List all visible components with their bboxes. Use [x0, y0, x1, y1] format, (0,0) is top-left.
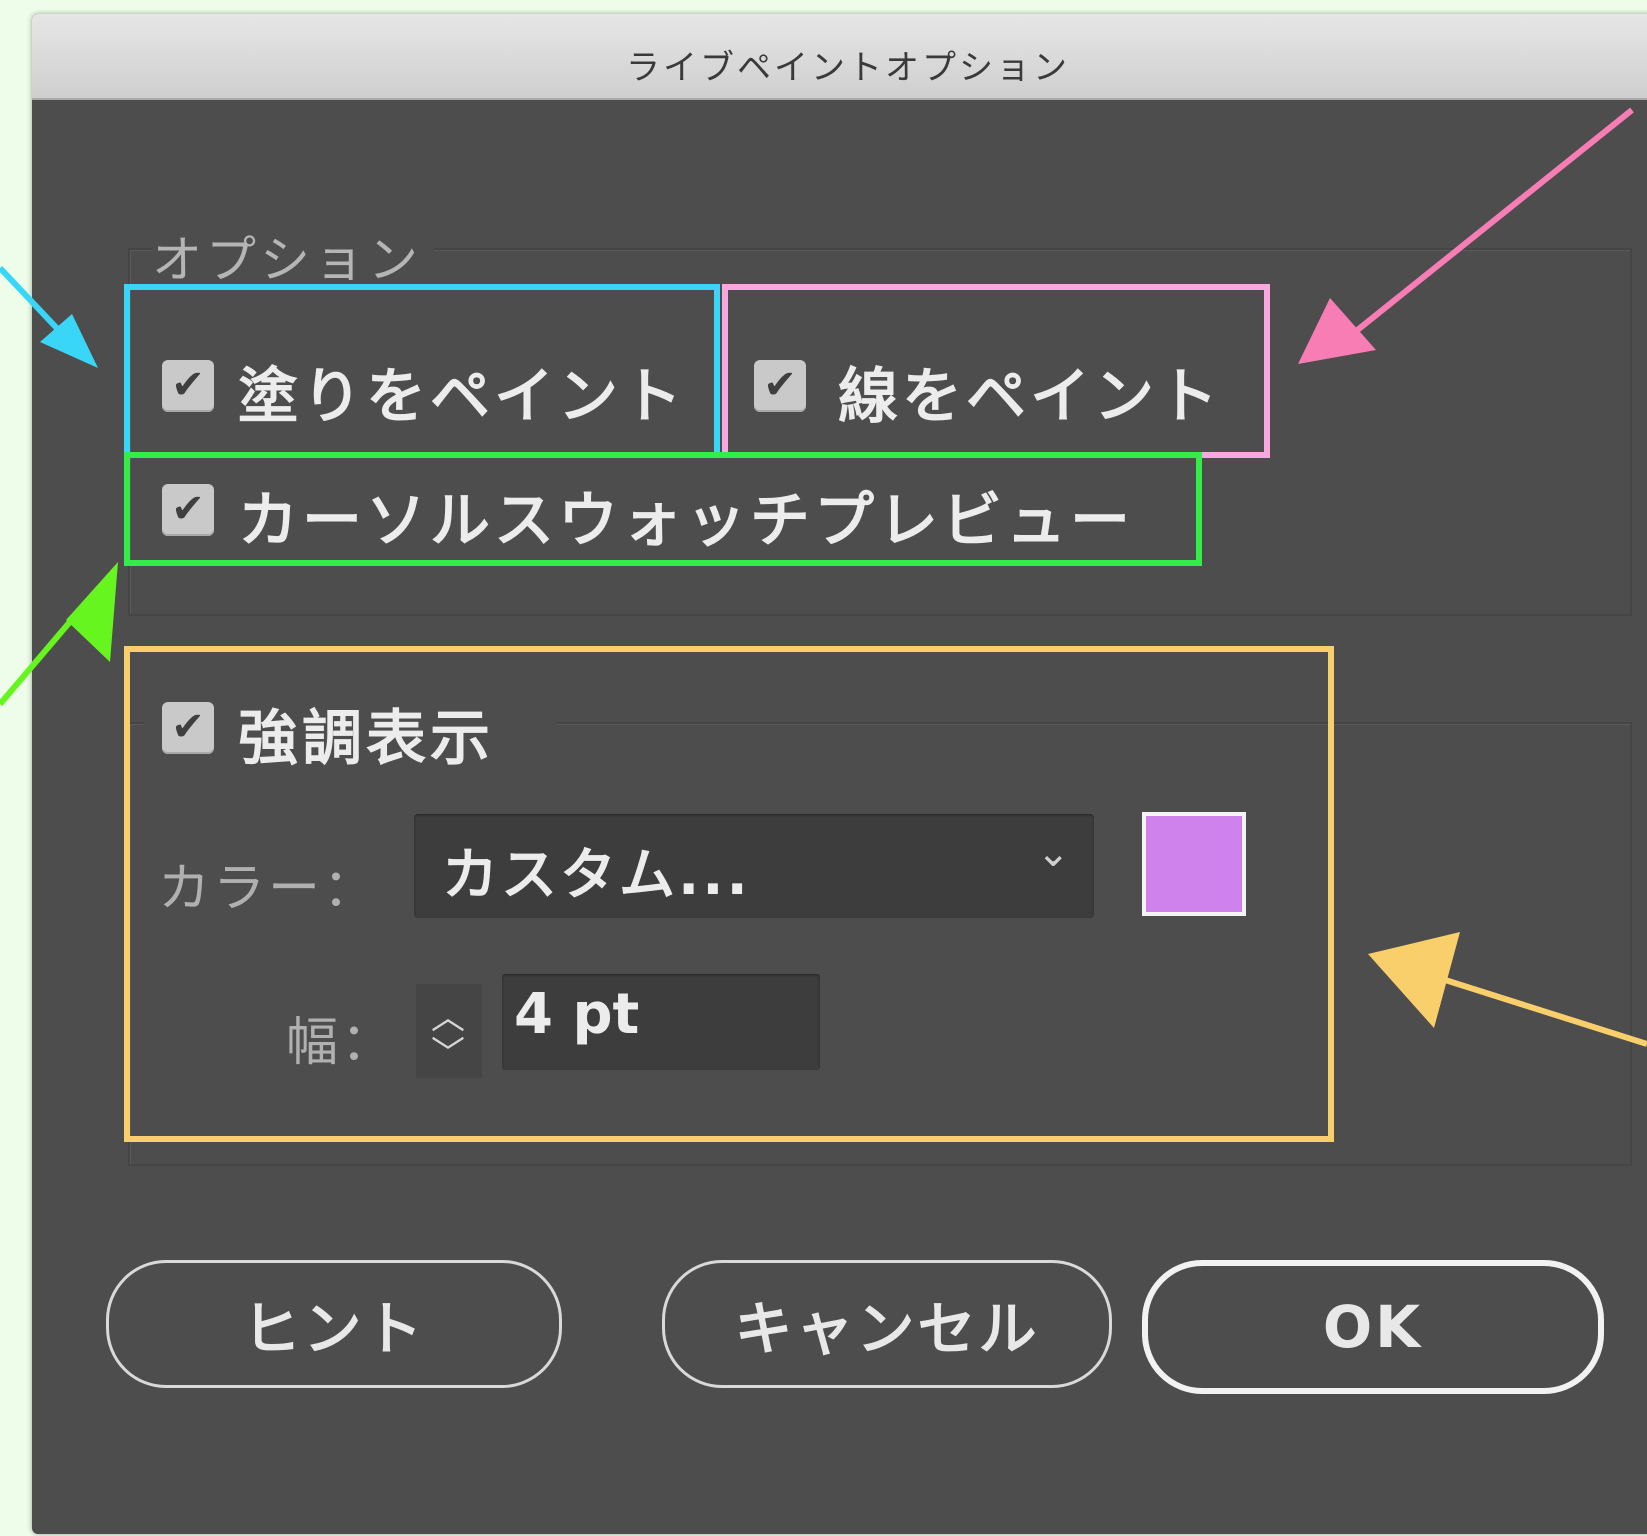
- annotation-arrow-yellow: [1368, 932, 1647, 1047]
- annotation-arrow-green: [0, 562, 118, 706]
- annotation-arrows: [0, 107, 1647, 1047]
- annotation-arrow-pink: [1298, 107, 1634, 364]
- annotation-arrow-blue: [0, 265, 98, 368]
